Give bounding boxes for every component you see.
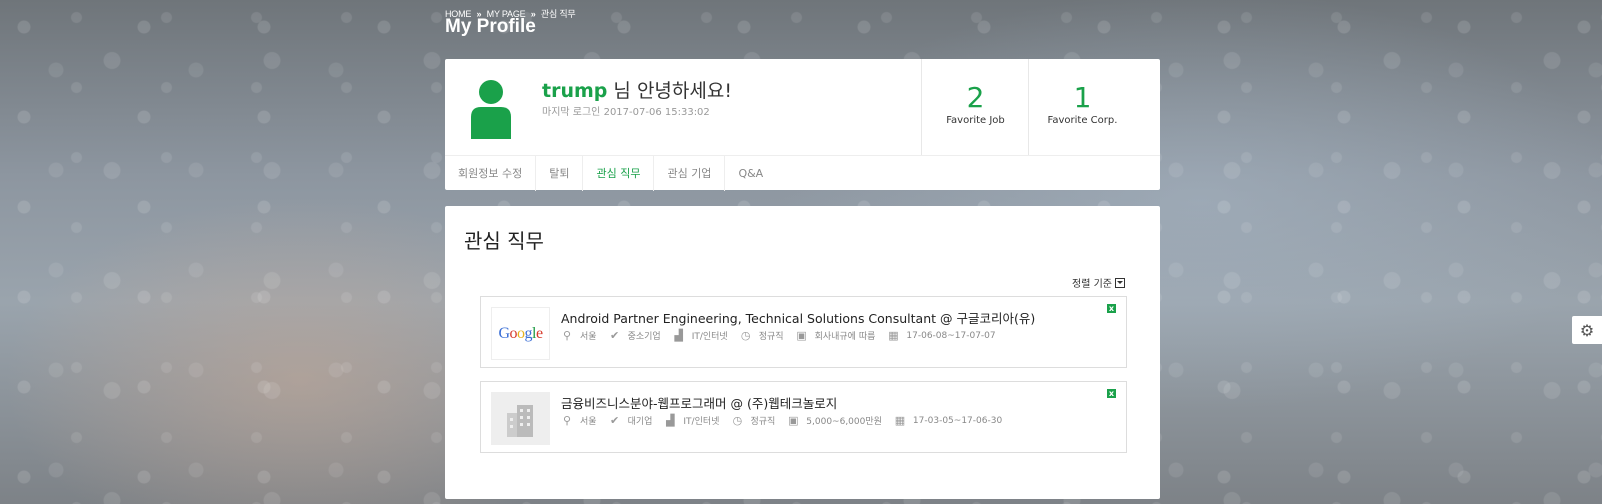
job-location: 서울: [580, 417, 597, 427]
stat-label: Favorite Corp.: [1047, 115, 1118, 126]
clock-icon: ◷: [740, 329, 751, 342]
remove-button[interactable]: x: [1107, 304, 1116, 313]
breadcrumb-current: 관심 직무: [540, 9, 576, 19]
job-industry: IT/인터넷: [683, 417, 720, 427]
stat-value: 2: [966, 81, 985, 114]
job-salary: 회사내규에 따름: [814, 332, 876, 342]
remove-button[interactable]: x: [1107, 389, 1116, 398]
page-title: My Profile: [445, 16, 536, 37]
google-logo: Google: [498, 324, 543, 342]
calendar-icon: ▦: [894, 414, 906, 427]
job-industry: IT/인터넷: [691, 332, 728, 342]
job-meta: ⚲ 서울 ✔ 중소기업 ▟ IT/인터넷 ◷ 정규직 ▣ 회사내규에 따름 ▦ …: [561, 329, 1008, 342]
money-icon: ▣: [788, 414, 799, 427]
calendar-icon: ▦: [888, 329, 899, 342]
tab-edit-profile[interactable]: 회원정보 수정: [445, 156, 537, 191]
stat-favorite-job[interactable]: 2 Favorite Job: [921, 59, 1029, 155]
job-item[interactable]: Google Android Partner Engineering, Tech…: [480, 296, 1127, 368]
last-login-time: 2017-07-06 15:33:02: [603, 107, 710, 118]
job-salary: 5,000~6,000만원: [806, 417, 882, 427]
favorite-jobs-panel: 관심 직무 정렬 기준 Google Android Partner Engin…: [445, 206, 1160, 499]
greeting: trump 님 안녕하세요!: [542, 76, 732, 103]
tab-withdraw[interactable]: 탈퇴: [536, 156, 584, 191]
check-icon: ✔: [609, 329, 620, 342]
industry-icon: ▟: [674, 329, 683, 342]
tab-qna[interactable]: Q&A: [725, 156, 776, 191]
clock-icon: ◷: [732, 414, 743, 427]
job-title[interactable]: Android Partner Engineering, Technical S…: [561, 308, 1035, 327]
map-marker-icon: ⚲: [562, 414, 572, 427]
job-period: 17-06-08~17-07-07: [906, 330, 996, 341]
username: trump: [542, 80, 608, 102]
check-icon: ✔: [609, 414, 620, 427]
money-icon: ▣: [796, 329, 807, 342]
map-marker-icon: ⚲: [562, 329, 572, 342]
sort-label: 정렬 기준: [1072, 279, 1112, 290]
job-period: 17-03-05~17-06-30: [912, 415, 1003, 426]
tab-favorite-jobs[interactable]: 관심 직무: [583, 156, 655, 191]
section-title: 관심 직무: [464, 229, 544, 253]
stat-favorite-corp[interactable]: 1 Favorite Corp.: [1028, 59, 1136, 155]
job-employment: 정규직: [758, 332, 784, 342]
job-title[interactable]: 금융비즈니스분야-웹프로그래머 @ (주)웹테크놀로지: [561, 393, 837, 412]
building-icon: [506, 404, 533, 437]
job-item[interactable]: 금융비즈니스분야-웹프로그래머 @ (주)웹테크놀로지 ⚲ 서울 ✔ 대기업 ▟…: [480, 381, 1127, 453]
profile-card: trump 님 안녕하세요! 마지막 로그인 2017-07-06 15:33:…: [445, 59, 1160, 191]
company-logo: Google: [491, 307, 550, 360]
last-login-label: 마지막 로그인: [542, 107, 601, 118]
stat-label: Favorite Job: [946, 115, 1005, 126]
job-employment: 정규직: [750, 417, 776, 427]
tab-favorite-corps[interactable]: 관심 기업: [654, 156, 726, 191]
stat-value: 1: [1073, 81, 1092, 114]
job-meta: ⚲ 서울 ✔ 대기업 ▟ IT/인터넷 ◷ 정규직 ▣ 5,000~6,000만…: [561, 414, 1014, 427]
sort-dropdown[interactable]: 정렬 기준: [1072, 275, 1125, 290]
gear-icon[interactable]: ⚙: [1572, 316, 1602, 344]
last-login: 마지막 로그인 2017-07-06 15:33:02: [542, 103, 710, 118]
job-location: 서울: [580, 332, 597, 342]
caret-down-icon: [1115, 277, 1125, 288]
company-logo: [491, 392, 550, 445]
job-company-size: 대기업: [627, 417, 653, 427]
user-icon: [469, 79, 513, 141]
profile-tabs: 회원정보 수정 탈퇴 관심 직무 관심 기업 Q&A: [445, 155, 1160, 191]
greeting-text: 님 안녕하세요!: [607, 80, 732, 102]
industry-icon: ▟: [666, 414, 675, 427]
job-company-size: 중소기업: [627, 332, 661, 342]
